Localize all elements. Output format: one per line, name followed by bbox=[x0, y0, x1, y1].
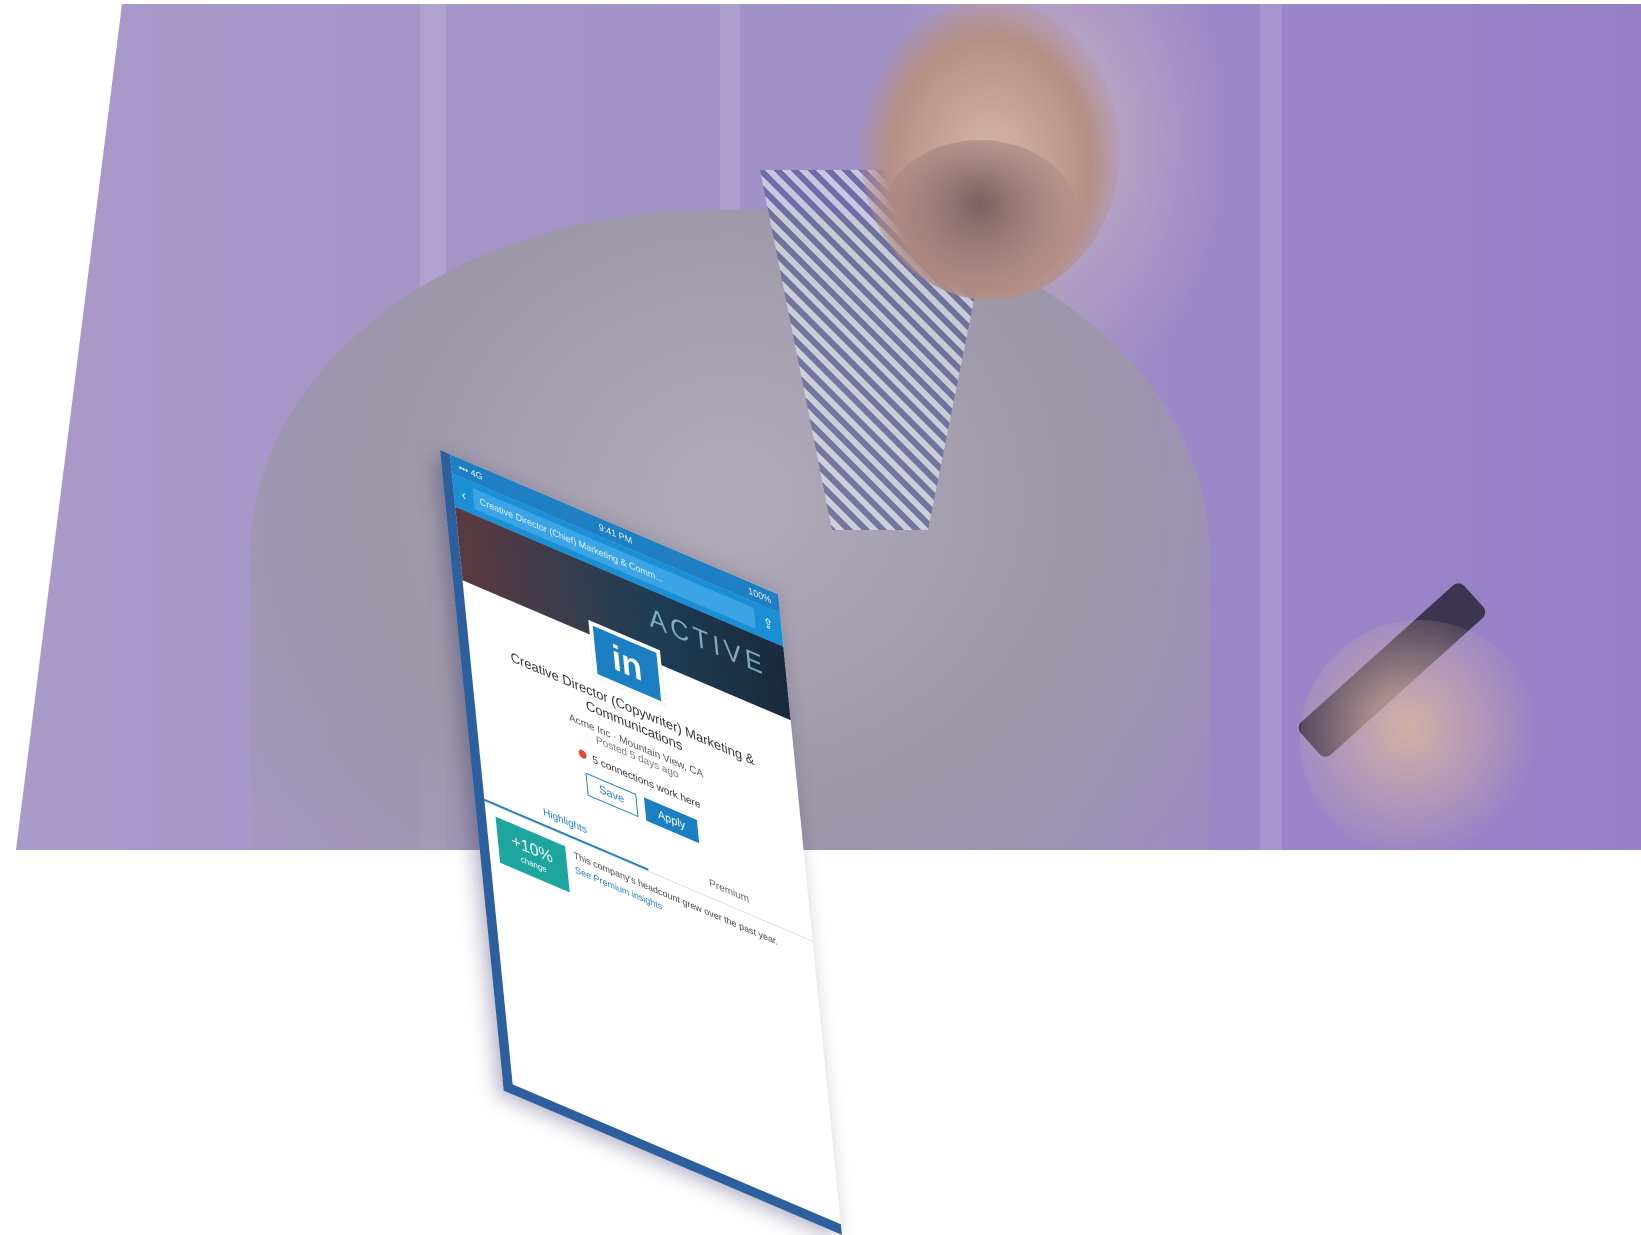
window-frame bbox=[1260, 4, 1282, 850]
back-arrow-icon[interactable]: ‹ bbox=[461, 485, 467, 503]
share-icon[interactable]: ⇪ bbox=[762, 614, 775, 635]
person-beard bbox=[880, 140, 1080, 300]
hero-photo bbox=[16, 4, 1641, 850]
connection-dot-icon bbox=[578, 748, 587, 760]
person-hand bbox=[1300, 620, 1540, 850]
